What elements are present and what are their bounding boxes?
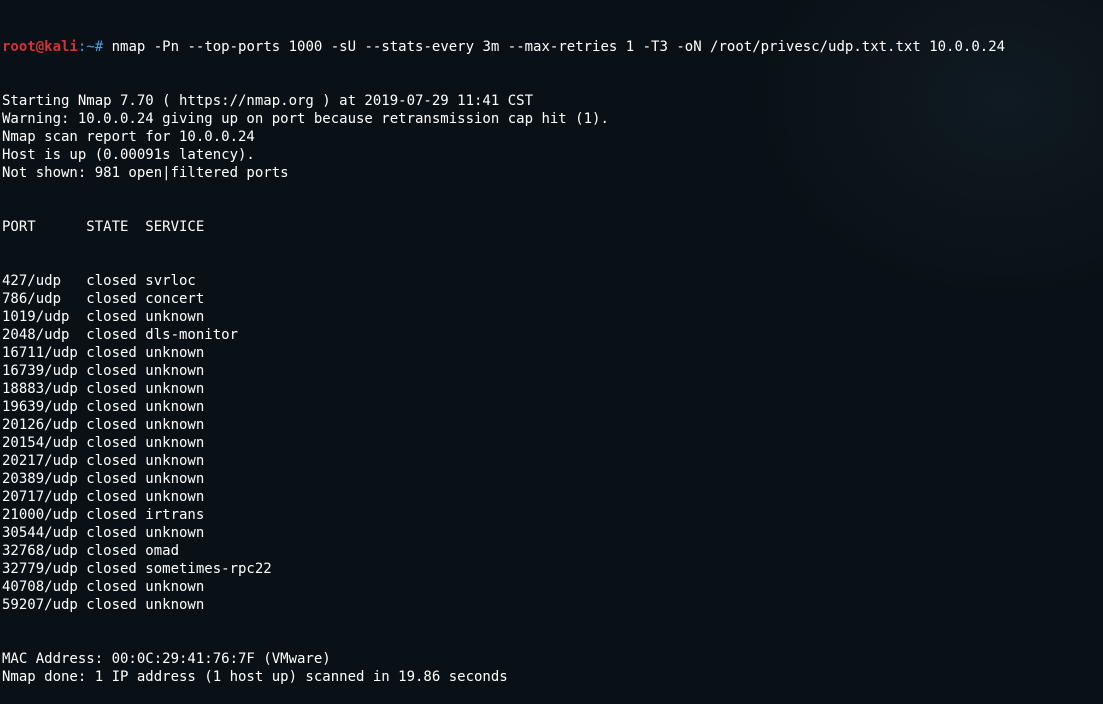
header-port: PORT: [2, 218, 86, 236]
cell-service: unknown: [145, 578, 204, 596]
port-table-body: 427/udpclosedsvrloc786/udpclosedconcert1…: [2, 272, 1101, 614]
preamble-line: Not shown: 981 open|filtered ports: [2, 164, 1101, 182]
prompt-line[interactable]: root@kali:~# nmap -Pn --top-ports 1000 -…: [2, 38, 1101, 56]
prompt-path: :~#: [78, 39, 103, 55]
cell-port: 20154/udp: [2, 434, 86, 452]
header-state: STATE: [86, 218, 145, 236]
table-row: 20217/udpclosedunknown: [2, 452, 1101, 470]
cell-service: unknown: [145, 398, 204, 416]
cell-port: 21000/udp: [2, 506, 86, 524]
cell-port: 20217/udp: [2, 452, 86, 470]
table-row: 59207/udpclosedunknown: [2, 596, 1101, 614]
prompt-host: kali: [44, 39, 78, 55]
preamble-line: Starting Nmap 7.70 ( https://nmap.org ) …: [2, 92, 1101, 110]
cell-state: closed: [86, 344, 145, 362]
table-row: 21000/udpclosedirtrans: [2, 506, 1101, 524]
postamble-line: MAC Address: 00:0C:29:41:76:7F (VMware): [2, 650, 1101, 668]
table-row: 16711/udpclosedunknown: [2, 344, 1101, 362]
cell-port: 20389/udp: [2, 470, 86, 488]
cell-state: closed: [86, 434, 145, 452]
cell-port: 30544/udp: [2, 524, 86, 542]
cell-service: unknown: [145, 524, 204, 542]
cell-state: closed: [86, 596, 145, 614]
cell-state: closed: [86, 470, 145, 488]
cell-state: closed: [86, 578, 145, 596]
cell-service: unknown: [145, 416, 204, 434]
table-row: 20154/udpclosedunknown: [2, 434, 1101, 452]
cell-service: irtrans: [145, 506, 204, 524]
cell-port: 32779/udp: [2, 560, 86, 578]
cell-service: unknown: [145, 308, 204, 326]
cell-state: closed: [86, 272, 145, 290]
table-row: 32768/udpclosedomad: [2, 542, 1101, 560]
cell-service: unknown: [145, 380, 204, 398]
cell-port: 786/udp: [2, 290, 86, 308]
nmap-preamble: Starting Nmap 7.70 ( https://nmap.org ) …: [2, 92, 1101, 182]
port-table-header: PORTSTATESERVICE: [2, 218, 1101, 236]
table-row: 786/udpclosedconcert: [2, 290, 1101, 308]
cell-state: closed: [86, 290, 145, 308]
cell-port: 32768/udp: [2, 542, 86, 560]
cell-state: closed: [86, 506, 145, 524]
cell-state: closed: [86, 362, 145, 380]
terminal-output[interactable]: root@kali:~# nmap -Pn --top-ports 1000 -…: [2, 2, 1101, 704]
cell-port: 19639/udp: [2, 398, 86, 416]
preamble-line: Host is up (0.00091s latency).: [2, 146, 1101, 164]
table-row: 1019/udpclosedunknown: [2, 308, 1101, 326]
cell-state: closed: [86, 416, 145, 434]
cell-service: unknown: [145, 452, 204, 470]
cell-port: 2048/udp: [2, 326, 86, 344]
cell-state: closed: [86, 380, 145, 398]
nmap-postamble: MAC Address: 00:0C:29:41:76:7F (VMware)N…: [2, 650, 1101, 686]
cell-port: 20717/udp: [2, 488, 86, 506]
command-text: nmap -Pn --top-ports 1000 -sU --stats-ev…: [112, 39, 1005, 55]
cell-service: concert: [145, 290, 204, 308]
preamble-line: Nmap scan report for 10.0.0.24: [2, 128, 1101, 146]
cell-port: 40708/udp: [2, 578, 86, 596]
table-row: 19639/udpclosedunknown: [2, 398, 1101, 416]
cell-state: closed: [86, 560, 145, 578]
cell-state: closed: [86, 452, 145, 470]
table-row: 20389/udpclosedunknown: [2, 470, 1101, 488]
table-row: 16739/udpclosedunknown: [2, 362, 1101, 380]
cell-service: unknown: [145, 362, 204, 380]
cell-service: dls-monitor: [145, 326, 238, 344]
cell-service: unknown: [145, 344, 204, 362]
prompt-at: @: [36, 39, 44, 55]
cell-service: unknown: [145, 488, 204, 506]
table-row: 18883/udpclosedunknown: [2, 380, 1101, 398]
table-row: 20717/udpclosedunknown: [2, 488, 1101, 506]
cell-state: closed: [86, 524, 145, 542]
cell-port: 427/udp: [2, 272, 86, 290]
table-row: 30544/udpclosedunknown: [2, 524, 1101, 542]
cell-service: omad: [145, 542, 179, 560]
cell-port: 59207/udp: [2, 596, 86, 614]
cell-port: 16739/udp: [2, 362, 86, 380]
table-row: 40708/udpclosedunknown: [2, 578, 1101, 596]
cell-state: closed: [86, 398, 145, 416]
header-service: SERVICE: [145, 218, 204, 236]
cell-service: unknown: [145, 596, 204, 614]
cell-service: sometimes-rpc22: [145, 560, 271, 578]
cell-state: closed: [86, 488, 145, 506]
postamble-line: Nmap done: 1 IP address (1 host up) scan…: [2, 668, 1101, 686]
cell-service: unknown: [145, 434, 204, 452]
cell-service: unknown: [145, 470, 204, 488]
cell-port: 20126/udp: [2, 416, 86, 434]
table-row: 427/udpclosedsvrloc: [2, 272, 1101, 290]
table-row: 32779/udpclosedsometimes-rpc22: [2, 560, 1101, 578]
cell-port: 16711/udp: [2, 344, 86, 362]
cell-state: closed: [86, 308, 145, 326]
table-row: 2048/udpcloseddls-monitor: [2, 326, 1101, 344]
cell-port: 1019/udp: [2, 308, 86, 326]
cell-state: closed: [86, 326, 145, 344]
cell-state: closed: [86, 542, 145, 560]
cell-service: svrloc: [145, 272, 196, 290]
preamble-line: Warning: 10.0.0.24 giving up on port bec…: [2, 110, 1101, 128]
prompt-user: root: [2, 39, 36, 55]
table-row: 20126/udpclosedunknown: [2, 416, 1101, 434]
cell-port: 18883/udp: [2, 380, 86, 398]
